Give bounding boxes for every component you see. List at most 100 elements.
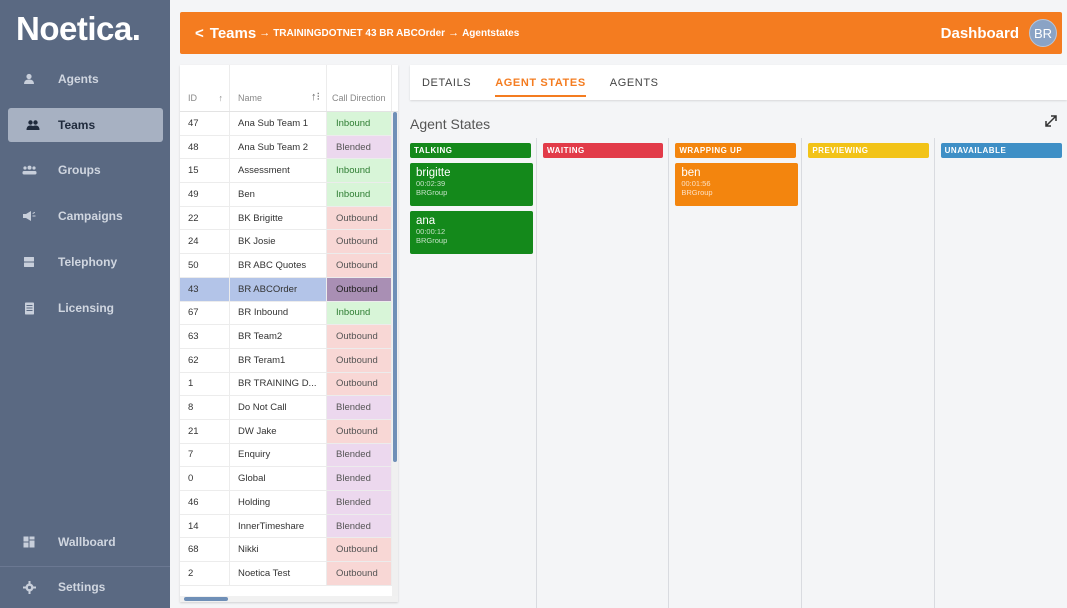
server-icon	[0, 256, 58, 268]
table-row[interactable]: 48 Ana Sub Team 2 Blended	[180, 135, 398, 160]
breadcrumb: < Teams → TRAININGDOTNET 43 BR ABCOrder …	[180, 25, 519, 42]
state-column-waiting: WAITING	[537, 138, 670, 608]
cell-direction: Outbound	[327, 325, 392, 348]
avatar[interactable]: BR	[1029, 19, 1057, 47]
table-row[interactable]: 7 Enquiry Blended	[180, 443, 398, 468]
breadcrumb-teams[interactable]: Teams	[210, 25, 256, 42]
table-row[interactable]: 67 BR Inbound Inbound	[180, 301, 398, 326]
expand-icon[interactable]	[1044, 114, 1058, 133]
column-header-id[interactable]: ID ↑	[180, 65, 230, 111]
table-row[interactable]: 24 BK Josie Outbound	[180, 230, 398, 255]
table-row[interactable]: 0 Global Blended	[180, 467, 398, 491]
table-row[interactable]: 1 BR TRAINING D... Outbound	[180, 372, 398, 397]
table-row[interactable]: 63 BR Team2 Outbound	[180, 325, 398, 349]
back-button[interactable]: <	[195, 25, 204, 42]
sidebar-item-groups[interactable]: Groups	[0, 147, 170, 193]
agent-card[interactable]: ana 00:00:12 BRGroup	[410, 211, 533, 254]
cell-name: Ben	[230, 183, 327, 206]
logo: Noetica.	[0, 0, 170, 58]
state-column-talking: TALKING brigitte 00:02:39 BRGroup ana 00:00:1…	[404, 138, 537, 608]
agent-states-title: Agent States	[410, 116, 491, 132]
horizontal-scrollbar[interactable]	[180, 596, 398, 602]
cell-direction: Outbound	[327, 230, 392, 254]
sidebar-item-wallboard[interactable]: Wallboard	[0, 519, 170, 565]
column-header-name[interactable]: Name ↑⁝	[230, 65, 327, 111]
agent-name: brigitte	[416, 167, 451, 179]
cell-direction: Inbound	[327, 112, 392, 135]
sidebar-item-label: Agents	[58, 72, 99, 86]
table-row[interactable]: 43 BR ABCOrder Outbound	[180, 277, 398, 302]
cell-name: BR Teram1	[230, 348, 327, 372]
cell-name: Enquiry	[230, 443, 327, 467]
sidebar-item-teams[interactable]: Teams	[8, 108, 163, 142]
state-column-header: TALKING	[410, 143, 531, 158]
cell-direction: Blended	[327, 443, 392, 467]
sidebar-item-label: Wallboard	[58, 535, 116, 549]
table-row[interactable]: 15 Assessment Inbound	[180, 159, 398, 184]
table-row[interactable]: 46 Holding Blended	[180, 491, 398, 515]
cell-id: 1	[180, 372, 230, 396]
groups-icon	[0, 165, 58, 175]
cell-name: InnerTimeshare	[230, 514, 327, 538]
sidebar-item-agents[interactable]: Agents	[0, 56, 170, 102]
table-header: ID ↑ Name ↑⁝ Call Direction	[180, 65, 398, 112]
tab-details[interactable]: DETAILS	[422, 68, 471, 98]
table-row[interactable]: 14 InnerTimeshare Blended	[180, 514, 398, 539]
column-header-direction[interactable]: Call Direction	[327, 65, 392, 111]
cell-direction: Outbound	[327, 348, 392, 372]
sidebar-item-campaigns[interactable]: Campaigns	[0, 193, 170, 239]
table-row[interactable]: 62 BR Teram1 Outbound	[180, 348, 398, 373]
agent-state-time: 00:00:12	[416, 227, 446, 236]
cell-name: BR ABC Quotes	[230, 254, 327, 277]
cell-direction: Outbound	[327, 206, 392, 230]
table-row[interactable]: 50 BR ABC Quotes Outbound	[180, 254, 398, 278]
breadcrumb-team[interactable]: TRAININGDOTNET 43 BR ABCOrder	[273, 28, 445, 39]
cell-name: BR TRAINING D...	[230, 372, 327, 396]
cell-id: 2	[180, 562, 230, 585]
cell-direction: Inbound	[327, 183, 392, 206]
sort-menu-icon[interactable]: ↑⁝	[311, 90, 320, 103]
document-icon	[0, 302, 58, 315]
vertical-scrollbar[interactable]	[392, 112, 398, 602]
agent-state-columns: TALKING brigitte 00:02:39 BRGroup ana 00:00:1…	[404, 138, 1067, 608]
cell-id: 22	[180, 206, 230, 230]
cell-direction: Inbound	[327, 159, 392, 183]
cell-id: 67	[180, 301, 230, 325]
person-icon	[0, 73, 58, 85]
tab-agent-states[interactable]: AGENT STATES	[495, 68, 586, 98]
table-row[interactable]: 21 DW Jake Outbound	[180, 419, 398, 444]
cell-name: Global	[230, 467, 327, 490]
cell-id: 8	[180, 396, 230, 419]
state-column-header: UNAVAILABLE	[940, 143, 1062, 158]
teams-table: ID ↑ Name ↑⁝ Call Direction 47 Ana Sub Te…	[180, 65, 398, 602]
dashboard-link[interactable]: Dashboard	[941, 25, 1019, 42]
table-row[interactable]: 8 Do Not Call Blended	[180, 396, 398, 420]
agent-group: BRGroup	[416, 236, 448, 245]
cell-id: 24	[180, 230, 230, 254]
sidebar-item-settings[interactable]: Settings	[0, 566, 170, 608]
agent-card[interactable]: ben 00:01:56 BRGroup	[675, 163, 799, 206]
cell-name: BR Inbound	[230, 301, 327, 325]
breadcrumb-separator: →	[259, 27, 271, 39]
table-row[interactable]: 22 BK Brigitte Outbound	[180, 206, 398, 231]
breadcrumb-page: Agentstates	[462, 27, 520, 39]
people-icon	[8, 119, 58, 131]
cell-id: 62	[180, 348, 230, 372]
cell-name: Holding	[230, 491, 327, 514]
gear-icon	[0, 580, 58, 594]
table-row[interactable]: 68 Nikki Outbound	[180, 538, 398, 563]
cell-id: 0	[180, 467, 230, 490]
cell-id: 7	[180, 443, 230, 467]
sidebar-item-label: Campaigns	[58, 209, 123, 223]
sidebar-item-licensing[interactable]: Licensing	[0, 285, 170, 331]
sidebar-item-telephony[interactable]: Telephony	[0, 239, 170, 285]
cell-name: BR ABCOrder	[230, 277, 327, 301]
table-row[interactable]: 2 Noetica Test Outbound	[180, 562, 398, 586]
cell-id: 21	[180, 419, 230, 443]
tab-agents[interactable]: AGENTS	[610, 68, 659, 98]
table-row[interactable]: 49 Ben Inbound	[180, 183, 398, 207]
agent-state-time: 00:01:56	[681, 179, 711, 188]
agent-card[interactable]: brigitte 00:02:39 BRGroup	[410, 163, 533, 206]
state-column-header: WRAPPING UP	[675, 143, 797, 158]
table-row[interactable]: 47 Ana Sub Team 1 Inbound	[180, 112, 398, 136]
